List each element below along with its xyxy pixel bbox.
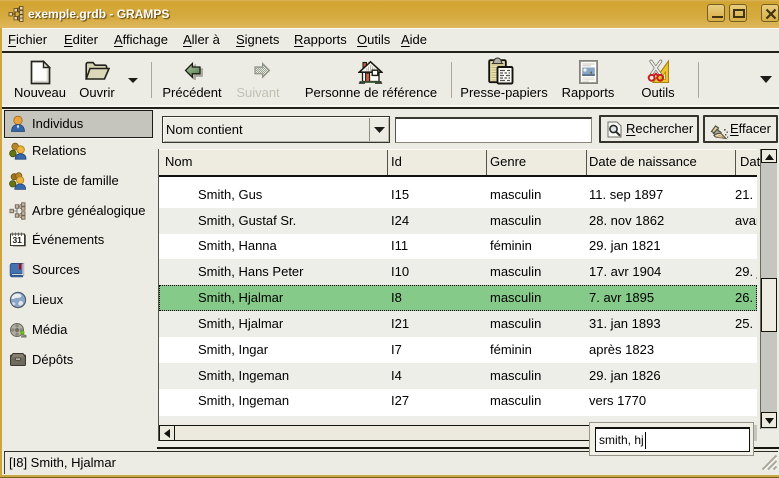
svg-text:31: 31	[12, 235, 22, 245]
